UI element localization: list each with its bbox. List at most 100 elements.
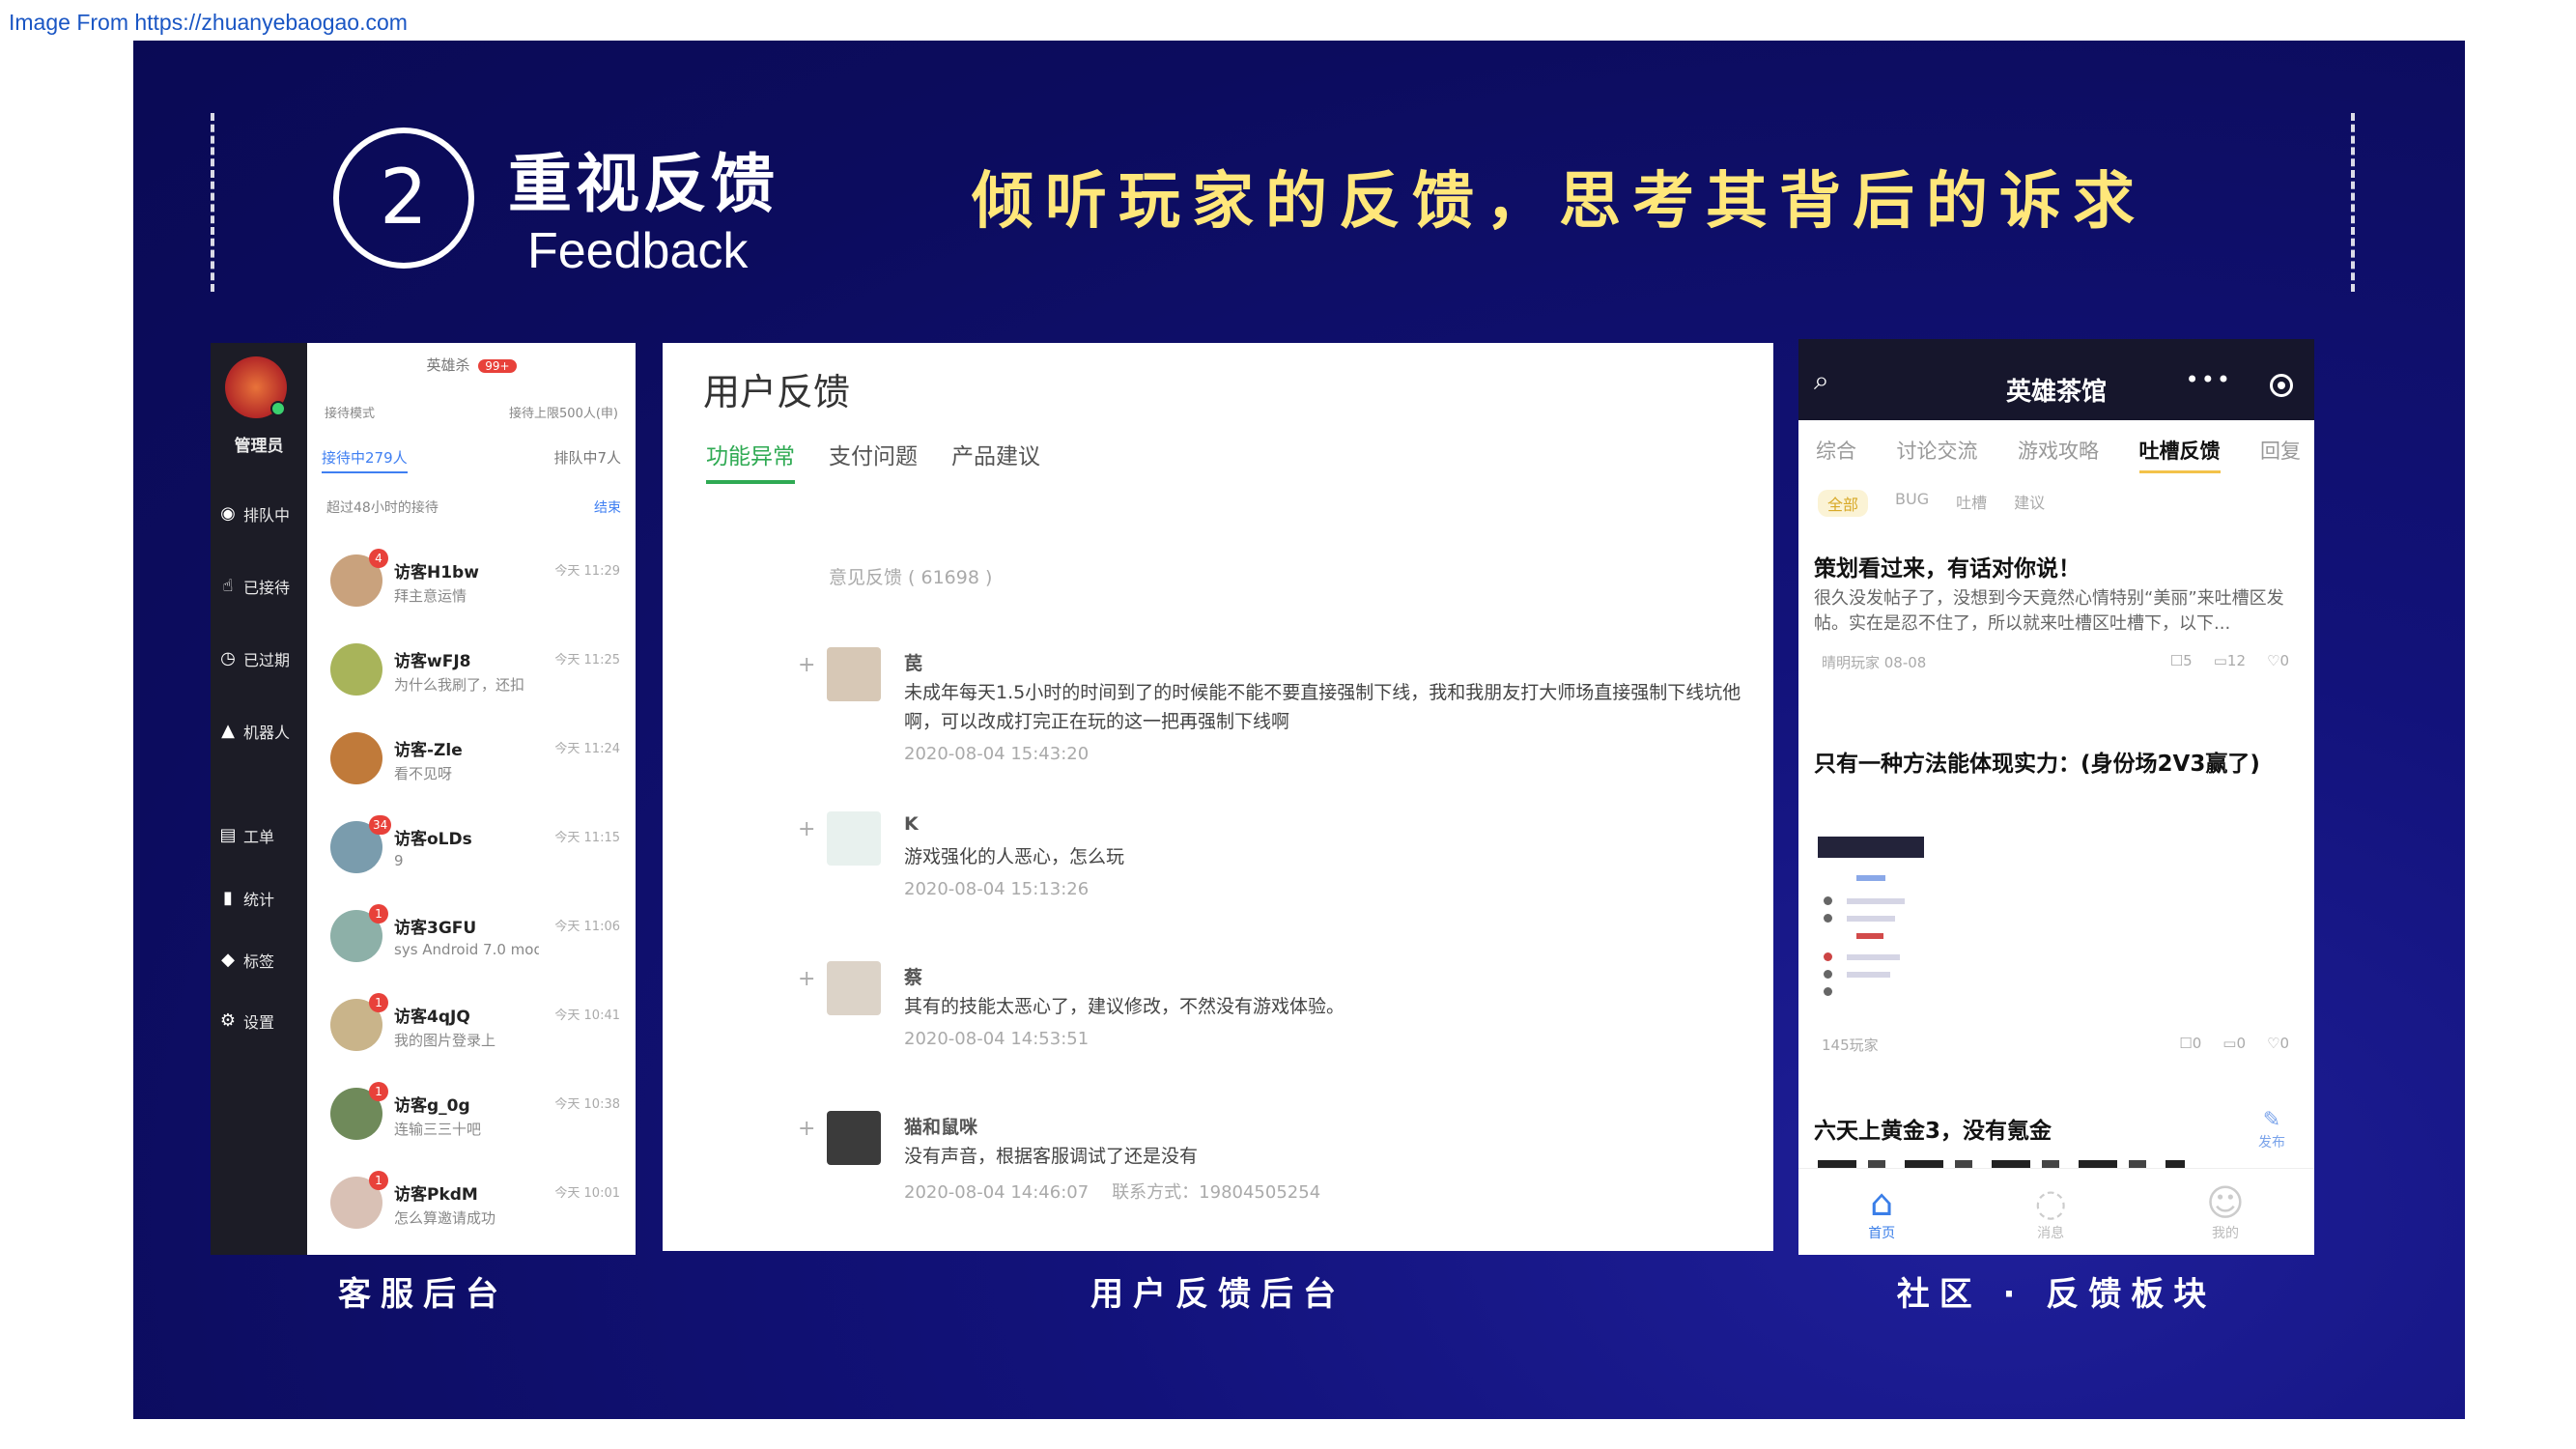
nav-item-robot[interactable]: ▲ 机器人 <box>218 720 290 743</box>
tab-suggestion[interactable]: 产品建议 <box>951 438 1040 484</box>
nav-label: 设置 <box>243 1013 275 1032</box>
visitor-name: 访客-Zle <box>394 741 463 760</box>
list-item[interactable]: 1 访客g_0g 连输三三十吧 今天 10:38 <box>307 1074 636 1163</box>
comment-icon[interactable]: ▭ <box>2222 1035 2236 1052</box>
nav-label: 已过期 <box>243 651 291 669</box>
tab-all[interactable]: 综合 <box>1816 436 1856 473</box>
unread-badge: 1 <box>369 993 388 1012</box>
source-link[interactable]: Image From https://zhuanyebaogao.com <box>9 10 408 36</box>
tab-discussion[interactable]: 讨论交流 <box>1897 436 1978 473</box>
visitor-name: 访客PkdM <box>394 1185 478 1205</box>
unread-badge: 1 <box>369 904 388 923</box>
nav-label: 机器人 <box>243 724 291 742</box>
visitor-message: sys Android 7.0 mode <box>394 941 539 958</box>
expand-icon[interactable]: + <box>798 967 815 991</box>
visitor-time: 今天 10:38 <box>554 1097 620 1112</box>
filter-row: 超过48小时的接待 结束 <box>326 497 621 517</box>
list-item[interactable]: 访客wFJ8 为什么我刷了，还扣 今天 11:25 <box>307 630 636 719</box>
nav-label: 排队中 <box>243 506 291 525</box>
post-author: 145玩家 <box>1822 1037 1879 1054</box>
feedback-text: 没有声音，根据客服调试了还是没有 <box>904 1146 1199 1167</box>
comments-count: ▭12 <box>2213 652 2246 669</box>
expand-icon[interactable]: + <box>798 653 815 677</box>
chip-complaint[interactable]: 吐槽 <box>1956 490 1987 517</box>
feedback-tabs: 功能异常 支付问题 产品建议 <box>706 438 1040 484</box>
unread-badge: 1 <box>369 1082 388 1101</box>
tab-receiving[interactable]: 接待中279人 <box>322 447 408 473</box>
tab-guide[interactable]: 游戏攻略 <box>2018 436 2099 473</box>
mode-label[interactable]: 接待模式 <box>325 403 375 421</box>
unread-badge: 99+ <box>478 359 517 373</box>
caption-cs-backend: 客服后台 <box>338 1275 508 1314</box>
more-icon[interactable]: ••• <box>2186 366 2232 393</box>
nav-item-ticket[interactable]: ▤ 工单 <box>218 824 274 847</box>
expand-icon[interactable]: + <box>798 817 815 841</box>
role-label: 管理员 <box>234 437 284 456</box>
feedback-time: 2020-08-04 15:43:20 <box>904 744 1089 764</box>
view-icon: ☐ <box>2179 1035 2193 1052</box>
visitor-time: 今天 10:41 <box>554 1009 620 1023</box>
feedback-time: 2020-08-04 14:53:51 <box>904 1029 1089 1049</box>
headset-icon: ◉ <box>220 503 236 524</box>
tab-feedback[interactable]: 吐槽反馈 <box>2138 436 2221 473</box>
limit-label[interactable]: 接待上限500人(申) <box>509 403 618 421</box>
list-item[interactable]: 访客-Zle 看不见呀 今天 11:24 <box>307 719 636 808</box>
list-item[interactable]: 4 访客H1bw 拜主意运情 今天 11:29 <box>307 541 636 630</box>
nav-item-expired[interactable]: ◷ 已过期 <box>218 647 290 670</box>
comments-count: ▭0 <box>2222 1035 2246 1052</box>
nav-item-settings[interactable]: ⚙ 设置 <box>218 1009 274 1033</box>
thumbnail-line <box>1847 954 1900 960</box>
tabbar-home[interactable]: ⌂ 首页 <box>1868 1182 1895 1242</box>
mode-row: 接待模式 接待上限500人(申) <box>325 403 618 421</box>
feedback-author: 苠 <box>904 653 923 674</box>
end-link[interactable]: 结束 <box>594 497 621 517</box>
post-title[interactable]: 六天上黄金3，没有氪金 <box>1814 1112 2297 1145</box>
expand-icon[interactable]: + <box>798 1117 815 1141</box>
feedback-text: 其有的技能太恶心了，建议修改，不然没有游戏体验。 <box>904 996 1345 1017</box>
nav-item-stats[interactable]: ▮ 统计 <box>218 887 274 910</box>
list-item[interactable]: 34 访客oLDs 9 今天 11:15 <box>307 808 636 896</box>
likes-count: ♡0 <box>2267 1035 2289 1052</box>
comment-icon[interactable]: ▭ <box>2214 652 2227 669</box>
thumbnail-dot <box>1824 987 1832 996</box>
nav-item-tag[interactable]: ◆ 标签 <box>218 949 274 972</box>
tab-reply[interactable]: 回复 <box>2260 436 2301 473</box>
post-thumbnail[interactable] <box>1818 837 1924 1001</box>
views-count: ☐0 <box>2179 1035 2202 1052</box>
timestamp: 2020-08-04 15:43:20 <box>904 744 1090 764</box>
nav-label: 工单 <box>243 828 275 846</box>
bar-chart-icon: ▮ <box>223 888 233 908</box>
tab-payment[interactable]: 支付问题 <box>829 438 918 484</box>
nav-label: 标签 <box>243 952 275 971</box>
tabbar-profile[interactable]: ☺ 我的 <box>2206 1182 2245 1242</box>
publish-button[interactable]: ✎ 发布 <box>2258 1108 2285 1151</box>
nav-item-received[interactable]: ☝ 已接待 <box>218 575 291 598</box>
like-icon[interactable]: ♡ <box>2267 652 2279 669</box>
timestamp: 2020-08-04 15:13:26 <box>904 879 1090 899</box>
section-title-cn: 重视反馈 <box>508 147 778 221</box>
feedback-author: 蔡 <box>904 967 923 988</box>
chip-suggestion[interactable]: 建议 <box>2014 490 2045 517</box>
chip-bug[interactable]: BUG <box>1895 490 1929 517</box>
app-header: ⌕ 英雄茶馆 ••• <box>1798 339 2314 420</box>
robot-icon: ▲ <box>221 721 235 741</box>
list-item[interactable]: 1 访客4qJQ 我的图片登录上 今天 10:41 <box>307 985 636 1074</box>
tabbar-messages[interactable]: ◌ 消息 <box>2035 1182 2067 1242</box>
tab-function-error[interactable]: 功能异常 <box>706 438 795 484</box>
thumbnail-line <box>1847 898 1905 904</box>
thumbnail-line <box>1856 933 1883 939</box>
list-item[interactable]: 1 访客PkdM 怎么算邀请成功 今天 10:01 <box>307 1163 636 1252</box>
post-body[interactable]: 很久没发帖子了，没想到今天竟然心情特别“美丽”来吐槽区发帖。实在是忍不住了，所以… <box>1814 586 2297 637</box>
post-image-strip <box>1818 1160 2185 1168</box>
tab-queue[interactable]: 排队中7人 <box>553 447 621 473</box>
app-selector[interactable]: 英雄杀 99+ <box>307 355 636 375</box>
nav-item-queue[interactable]: ◉ 排队中 <box>218 502 290 526</box>
visitor-name: 访客wFJ8 <box>394 652 471 671</box>
list-item[interactable]: 1 访客3GFU sys Android 7.0 mode 今天 11:06 <box>307 896 636 985</box>
target-icon[interactable] <box>2270 374 2293 397</box>
chip-all[interactable]: 全部 <box>1818 490 1869 517</box>
post-title[interactable]: 只有一种方法能体现实力：(身份场2V3赢了) <box>1814 745 2297 778</box>
like-icon[interactable]: ♡ <box>2267 1035 2279 1052</box>
post-title[interactable]: 策划看过来，有话对你说！ <box>1814 550 2297 582</box>
thumbnail-dot <box>1824 914 1832 923</box>
